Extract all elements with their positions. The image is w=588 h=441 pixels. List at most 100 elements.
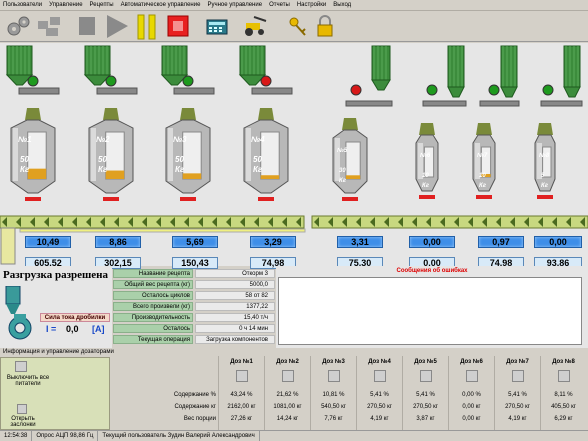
hopper-capacity: 50 — [98, 155, 107, 164]
recipe-row: Производительность 15,40 т/ч — [113, 313, 275, 323]
feed-pile — [342, 118, 358, 130]
hopper-label: №3 — [173, 135, 187, 144]
doser-icon[interactable] — [465, 370, 478, 382]
discharge-gate — [103, 197, 119, 201]
doser-kg: 0,00 кг — [462, 404, 481, 410]
hopper-label: №8 — [538, 152, 550, 159]
feeder-auger — [173, 87, 215, 95]
discharge-gate — [25, 197, 41, 201]
doser-name: Доз №3 — [322, 359, 345, 365]
discharge-gate — [419, 195, 435, 199]
doser-name: Доз №7 — [506, 359, 529, 365]
error-panel: Сообщения об ошибках — [276, 266, 588, 348]
doser-icon[interactable] — [557, 370, 570, 382]
weight-display: 10,49 — [25, 236, 71, 248]
doser-portion: 7,76 кг — [324, 416, 343, 422]
gears-icon[interactable] — [4, 13, 32, 40]
status-adc: Опрос АЦП 98,86 Гц — [32, 431, 99, 441]
calculator-icon[interactable] — [205, 13, 229, 40]
doser-name: Доз №5 — [414, 359, 437, 365]
menu-auto-control[interactable]: Автоматическое управление — [121, 2, 201, 8]
doser-column: Доз №7 5,41 % 270,50 кг 4,19 кг — [494, 356, 540, 430]
doser-icon[interactable] — [373, 370, 386, 382]
feed-pile — [419, 123, 435, 135]
valves-open-icon[interactable] — [17, 404, 27, 414]
feed-pile — [180, 108, 196, 120]
fill-level — [182, 173, 202, 179]
feed-pile — [103, 108, 119, 120]
conveyor — [0, 215, 305, 229]
supply-silo — [371, 45, 391, 91]
doser-kg: 270,50 кг — [505, 404, 530, 410]
doser-pct: 5,41 % — [416, 392, 435, 398]
doser-icon[interactable] — [235, 370, 248, 382]
menu-manual-control[interactable]: Ручное управление — [207, 2, 262, 8]
hopper-label: №1 — [18, 135, 32, 144]
hopper-7: №7 10 Кг — [472, 45, 520, 199]
recipe-row: Текущая операция Загрузка компонентов — [113, 335, 275, 345]
hopper-capacity: 10 — [422, 173, 429, 179]
feeder-auger — [18, 87, 60, 95]
process-icon[interactable] — [34, 13, 64, 40]
step-icon[interactable] — [76, 13, 98, 40]
doser-name: Доз №8 — [552, 359, 575, 365]
fill-level — [105, 170, 125, 179]
hopper-label: №7 — [476, 152, 488, 159]
recipe-row: Общий вес рецепта (кг) 5000,0 — [113, 280, 275, 290]
doser-icon[interactable] — [281, 370, 294, 382]
conveyor — [311, 215, 588, 229]
menu-reports[interactable]: Отчеты — [269, 2, 290, 8]
doser-column: Доз №6 0,00 % 0,00 кг 0,00 кг — [448, 356, 494, 430]
supply-silo — [563, 45, 581, 98]
weight-display: 0,00 — [409, 236, 455, 248]
doser-icon[interactable] — [419, 370, 432, 382]
doser-pct: 8,11 % — [554, 392, 573, 398]
row-label-pct: Содержание % — [173, 392, 216, 398]
status-light — [488, 84, 500, 96]
doser-portion: 4,19 кг — [508, 416, 527, 422]
pause-icon[interactable] — [135, 13, 159, 40]
weight-display: 0,00 — [534, 236, 582, 248]
hopper-4: №4 50Кг — [238, 45, 293, 201]
doser-controls: Выключить все питатели Открыть заслонки — [0, 357, 110, 430]
scada-window: Пользователи Управление Рецепты Автомати… — [0, 0, 588, 441]
hopper-2: №2 50Кг — [83, 45, 138, 201]
menu-exit[interactable]: Выход — [333, 2, 351, 8]
supply-silo — [447, 45, 465, 98]
menu-settings[interactable]: Настройки — [297, 2, 326, 8]
doser-icon[interactable] — [511, 370, 524, 382]
status-light — [542, 84, 554, 96]
hopper-capacity: 30 — [339, 168, 346, 174]
recipe-row: Осталось 0 ч 14 мин — [113, 324, 275, 334]
feeder-auger — [479, 100, 520, 107]
status-light — [105, 75, 117, 87]
errors-list[interactable] — [278, 277, 582, 345]
play-icon[interactable] — [104, 13, 130, 40]
status-light — [182, 75, 194, 87]
menu-control[interactable]: Управление — [49, 2, 82, 8]
valves-open-button[interactable]: Открыть заслонки — [3, 416, 43, 428]
dosers-title: Информация и управление дозаторами — [3, 349, 114, 355]
doser-pct: 5,41 % — [508, 392, 527, 398]
hopper-label: №6 — [419, 152, 431, 159]
status-bar: 12:54:38 Опрос АЦП 98,86 Гц Текущий поль… — [0, 430, 588, 441]
hopper-unit: Кг — [253, 165, 263, 174]
stop-icon[interactable] — [167, 13, 189, 40]
feeders-off-icon[interactable] — [15, 361, 27, 372]
hopper-unit: Кг — [339, 178, 347, 184]
doser-column: Доз №3 10,81 % 540,50 кг 7,76 кг — [310, 356, 356, 430]
feeder-auger — [540, 100, 583, 107]
current-value: 0,0 — [66, 324, 79, 334]
doser-kg: 540,50 кг — [321, 404, 346, 410]
lock-icon[interactable] — [314, 13, 336, 40]
discharge-gate — [180, 197, 196, 201]
tractor-icon[interactable] — [240, 13, 270, 40]
menu-recipes[interactable]: Рецепты — [90, 2, 114, 8]
menu-users[interactable]: Пользователи — [3, 2, 42, 8]
doser-icon[interactable] — [327, 370, 340, 382]
doser-kg: 270,50 кг — [413, 404, 438, 410]
weight-display: 0,97 — [478, 236, 524, 248]
feeders-off-button[interactable]: Выключить все питатели — [3, 375, 53, 387]
key-icon[interactable] — [287, 13, 309, 40]
fill-level — [345, 175, 361, 179]
